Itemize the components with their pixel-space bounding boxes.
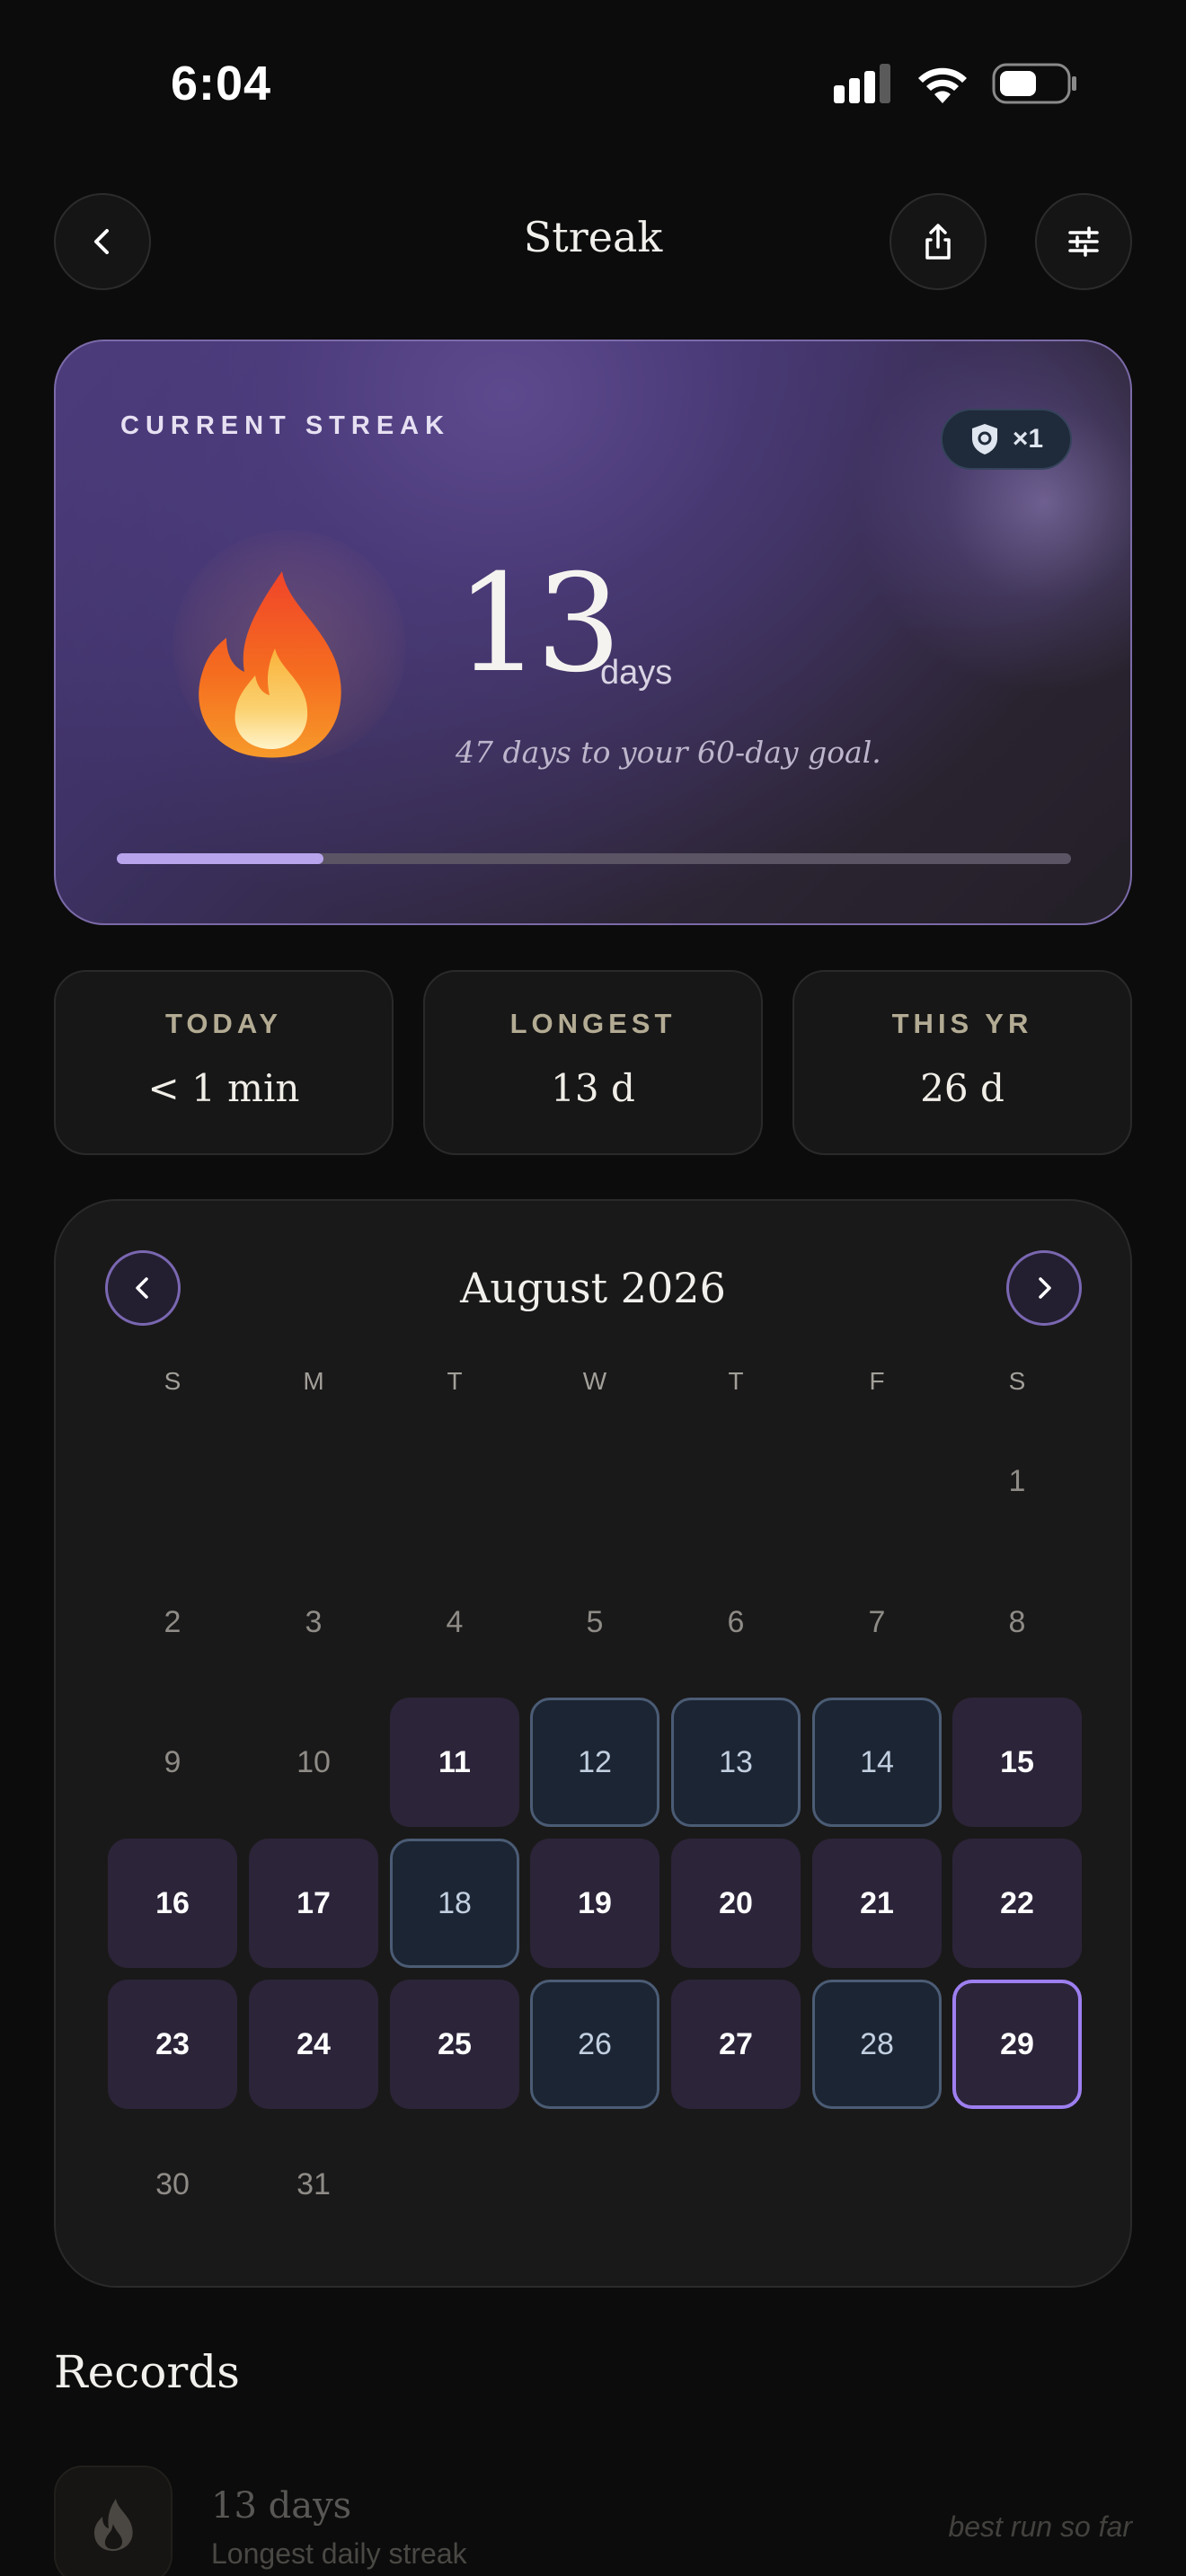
- calendar-day[interactable]: 31: [249, 2120, 378, 2249]
- calendar-day[interactable]: 30: [108, 2120, 237, 2249]
- calendar-day[interactable]: 14: [812, 1698, 942, 1827]
- calendar-day[interactable]: 28: [812, 1980, 942, 2109]
- stat-value: 13 d: [551, 1066, 635, 1110]
- calendar-day[interactable]: 22: [952, 1839, 1082, 1968]
- weekday-label: S: [1008, 1367, 1026, 1395]
- calendar-day[interactable]: 11: [390, 1698, 519, 1827]
- calendar-day[interactable]: 16: [108, 1839, 237, 1968]
- stat-label: LONGEST: [509, 1008, 677, 1039]
- calendar-day[interactable]: 20: [671, 1839, 801, 1968]
- streak-unit: days: [600, 654, 673, 692]
- calendar-day[interactable]: 13: [671, 1698, 801, 1827]
- weekday-label: W: [582, 1367, 607, 1395]
- status-time: 6:04: [171, 57, 272, 110]
- page-title: Streak: [523, 213, 663, 261]
- calendar-day[interactable]: 21: [812, 1839, 942, 1968]
- calendar-day[interactable]: 5: [530, 1557, 659, 1687]
- calendar-day[interactable]: 29: [952, 1980, 1082, 2109]
- calendar-day[interactable]: 10: [249, 1698, 378, 1827]
- streak-calendar: August 2026 S M T W T F S 1 2 3 4 5 6 7 …: [54, 1199, 1132, 2288]
- share-icon: [925, 224, 951, 260]
- calendar-month-title: August 2026: [460, 1264, 726, 1312]
- freeze-count: ×1: [1012, 424, 1044, 454]
- calendar-day[interactable]: 12: [530, 1698, 659, 1827]
- next-month-button[interactable]: [1006, 1250, 1082, 1326]
- record-value: 13 days: [211, 2485, 352, 2527]
- calendar-day[interactable]: 26: [530, 1980, 659, 2109]
- calendar-day[interactable]: 8: [952, 1557, 1082, 1687]
- calendar-day[interactable]: 27: [671, 1980, 801, 2109]
- record-item[interactable]: 13 days Longest daily streak best run so…: [54, 2466, 1132, 2576]
- record-icon: [54, 2466, 173, 2576]
- streak-count: 13: [456, 546, 622, 702]
- stat-value: < 1 min: [147, 1066, 300, 1110]
- calendar-day[interactable]: 2: [108, 1557, 237, 1687]
- calendar-day[interactable]: 9: [108, 1698, 237, 1827]
- streak-freeze-badge[interactable]: ×1: [941, 409, 1072, 470]
- status-bar: 6:04: [0, 0, 1186, 171]
- calendar-day[interactable]: 3: [249, 1557, 378, 1687]
- stat-today: TODAY < 1 min: [54, 970, 394, 1155]
- record-note: best run so far: [948, 2510, 1132, 2543]
- settings-button[interactable]: [1035, 193, 1132, 290]
- calendar-day[interactable]: 7: [812, 1557, 942, 1687]
- sliders-icon: [1068, 226, 1099, 257]
- wifi-icon: [918, 67, 967, 103]
- cellular-signal-icon: [834, 64, 890, 103]
- calendar-day[interactable]: 18: [390, 1839, 519, 1968]
- weekday-label: S: [164, 1367, 181, 1395]
- calendar-day[interactable]: 17: [249, 1839, 378, 1968]
- stat-this-year: THIS YR 26 d: [792, 970, 1132, 1155]
- goal-progress-fill: [117, 853, 324, 864]
- header: Streak: [0, 193, 1186, 292]
- chevron-right-icon: [1039, 1277, 1051, 1299]
- current-streak-card: CURRENT STREAK ×1 13 days 47 days to you…: [54, 340, 1132, 925]
- calendar-day[interactable]: 4: [390, 1557, 519, 1687]
- calendar-day[interactable]: 6: [671, 1557, 801, 1687]
- weekday-label: T: [728, 1367, 744, 1395]
- calendar-day[interactable]: 15: [952, 1698, 1082, 1827]
- status-icons: [834, 63, 1078, 104]
- streak-label: CURRENT STREAK: [120, 411, 451, 440]
- share-button[interactable]: [890, 193, 987, 290]
- weekday-label: F: [869, 1367, 885, 1395]
- flame-icon: [199, 571, 341, 758]
- record-description: Longest daily streak: [211, 2537, 467, 2570]
- calendar-day[interactable]: 1: [952, 1416, 1082, 1546]
- streak-goal-text: 47 days to your 60-day goal.: [456, 735, 881, 770]
- stat-value: 26 d: [920, 1066, 1005, 1110]
- flame-icon: [93, 2499, 133, 2552]
- calendar-day[interactable]: 25: [390, 1980, 519, 2109]
- weekday-label: M: [303, 1367, 324, 1395]
- calendar-day[interactable]: 19: [530, 1839, 659, 1968]
- stat-longest: LONGEST 13 d: [423, 970, 763, 1155]
- stat-label: TODAY: [164, 1008, 283, 1039]
- battery-icon: [992, 63, 1076, 104]
- records-heading: Records: [54, 2346, 240, 2398]
- calendar-day[interactable]: 23: [108, 1980, 237, 2109]
- calendar-day[interactable]: 24: [249, 1980, 378, 2109]
- stat-label: THIS YR: [891, 1008, 1033, 1039]
- weekday-label: T: [447, 1367, 463, 1395]
- goal-progress-bar: [117, 853, 1071, 864]
- shield-icon: [971, 424, 997, 454]
